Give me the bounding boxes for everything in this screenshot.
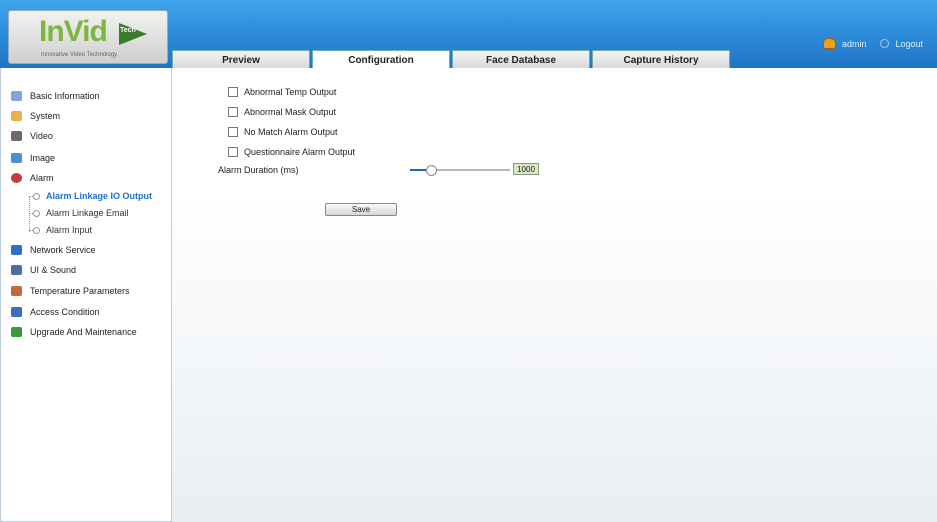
- ui-sound-icon: [11, 265, 22, 275]
- sidebar-item-temperature-parameters[interactable]: Temperature Parameters: [11, 283, 130, 299]
- tab-capture-history[interactable]: Capture History: [592, 50, 730, 68]
- tree-connector: [29, 196, 30, 232]
- image-icon: [11, 153, 22, 163]
- sidebar-item-image[interactable]: Image: [11, 150, 55, 166]
- alarm-icon: [11, 173, 22, 183]
- sidebar-item-label: Access Condition: [30, 307, 100, 317]
- bullet-icon: [33, 192, 40, 200]
- logo-text: InVid: [39, 15, 108, 48]
- checkbox-label: Questionnaire Alarm Output: [244, 147, 356, 157]
- alarm-duration-value: 1000: [513, 163, 539, 175]
- sidebar-item-alarm[interactable]: Alarm: [11, 170, 54, 186]
- user-icon: [822, 38, 836, 49]
- username[interactable]: admin: [842, 39, 867, 49]
- logo-subtitle: Innovative Video Technology: [41, 52, 118, 58]
- sidebar-item-label: Basic Information: [30, 91, 100, 101]
- network-icon: [11, 245, 22, 255]
- sidebar-item-ui-sound[interactable]: UI & Sound: [11, 262, 76, 278]
- checkbox-row-abnormal-temp[interactable]: Abnormal Temp Output: [228, 85, 336, 99]
- sidebar-item-label: Upgrade And Maintenance: [30, 327, 137, 337]
- sidebar-item-label: Image: [30, 153, 56, 163]
- checkbox-row-abnormal-mask[interactable]: Abnormal Mask Output: [228, 105, 336, 119]
- checkbox-row-questionnaire-alarm[interactable]: Questionnaire Alarm Output: [228, 145, 355, 159]
- checkbox-abnormal-temp-output[interactable]: [228, 87, 238, 97]
- save-button[interactable]: Save: [325, 203, 397, 216]
- slider-handle[interactable]: [426, 165, 437, 176]
- sidebar-item-upgrade-and-maintenance[interactable]: Upgrade And Maintenance: [11, 324, 137, 340]
- logo-tech-label: Tech: [120, 27, 136, 34]
- sidebar-subitem-alarm-input[interactable]: Alarm Input: [33, 223, 92, 237]
- checkbox-label: No Match Alarm Output: [244, 127, 338, 137]
- sidebar-item-network-service[interactable]: Network Service: [11, 242, 96, 258]
- sidebar-item-system[interactable]: System: [11, 108, 60, 124]
- sidebar-item-label: Network Service: [30, 245, 96, 255]
- checkbox-row-no-match-alarm[interactable]: No Match Alarm Output: [228, 125, 338, 139]
- sidebar-item-access-condition[interactable]: Access Condition: [11, 304, 100, 320]
- tab-configuration[interactable]: Configuration: [312, 50, 450, 68]
- sidebar-subitem-label: Alarm Input: [46, 225, 93, 235]
- sidebar-subitem-label: Alarm Linkage IO Output: [46, 191, 153, 201]
- access-icon: [11, 307, 22, 317]
- upgrade-icon: [11, 327, 22, 337]
- app-header: InVid Tech Innovative Video Technology a…: [0, 0, 937, 68]
- tab-preview[interactable]: Preview: [172, 50, 310, 68]
- alarm-duration-slider[interactable]: [410, 165, 510, 176]
- sidebar-item-basic-information[interactable]: Basic Information: [11, 88, 100, 104]
- checkbox-no-match-alarm-output[interactable]: [228, 127, 238, 137]
- checkbox-label: Abnormal Temp Output: [244, 87, 337, 97]
- checkbox-questionnaire-alarm-output[interactable]: [228, 147, 238, 157]
- info-icon: [11, 91, 22, 101]
- sidebar-item-label: Alarm: [30, 173, 54, 183]
- sidebar-item-label: Video: [30, 131, 53, 141]
- sidebar: Basic Information System Video Image Ala…: [0, 68, 172, 522]
- logout-link[interactable]: Logout: [895, 39, 923, 49]
- config-panel: Abnormal Temp Output Abnormal Mask Outpu…: [172, 68, 937, 522]
- sidebar-subitem-label: Alarm Linkage Email: [46, 208, 129, 218]
- sidebar-item-label: UI & Sound: [30, 265, 77, 275]
- system-icon: [11, 111, 22, 121]
- sidebar-item-video[interactable]: Video: [11, 128, 53, 144]
- alarm-duration-label: Alarm Duration (ms): [218, 165, 299, 175]
- bullet-icon: [33, 209, 40, 217]
- checkbox-label: Abnormal Mask Output: [244, 107, 337, 117]
- logout-icon[interactable]: [880, 39, 890, 48]
- sidebar-item-label: Temperature Parameters: [30, 286, 130, 296]
- sidebar-subitem-alarm-linkage-email[interactable]: Alarm Linkage Email: [33, 206, 129, 220]
- checkbox-abnormal-mask-output[interactable]: [228, 107, 238, 117]
- video-icon: [11, 131, 22, 141]
- sidebar-item-label: System: [30, 111, 61, 121]
- temperature-icon: [11, 286, 22, 296]
- sidebar-subitem-alarm-linkage-io-output[interactable]: Alarm Linkage IO Output: [33, 189, 152, 203]
- bullet-icon: [33, 226, 40, 234]
- brand-logo: InVid Tech Innovative Video Technology: [8, 10, 168, 64]
- user-area: admin Logout: [822, 38, 923, 49]
- tab-face-database[interactable]: Face Database: [452, 50, 590, 68]
